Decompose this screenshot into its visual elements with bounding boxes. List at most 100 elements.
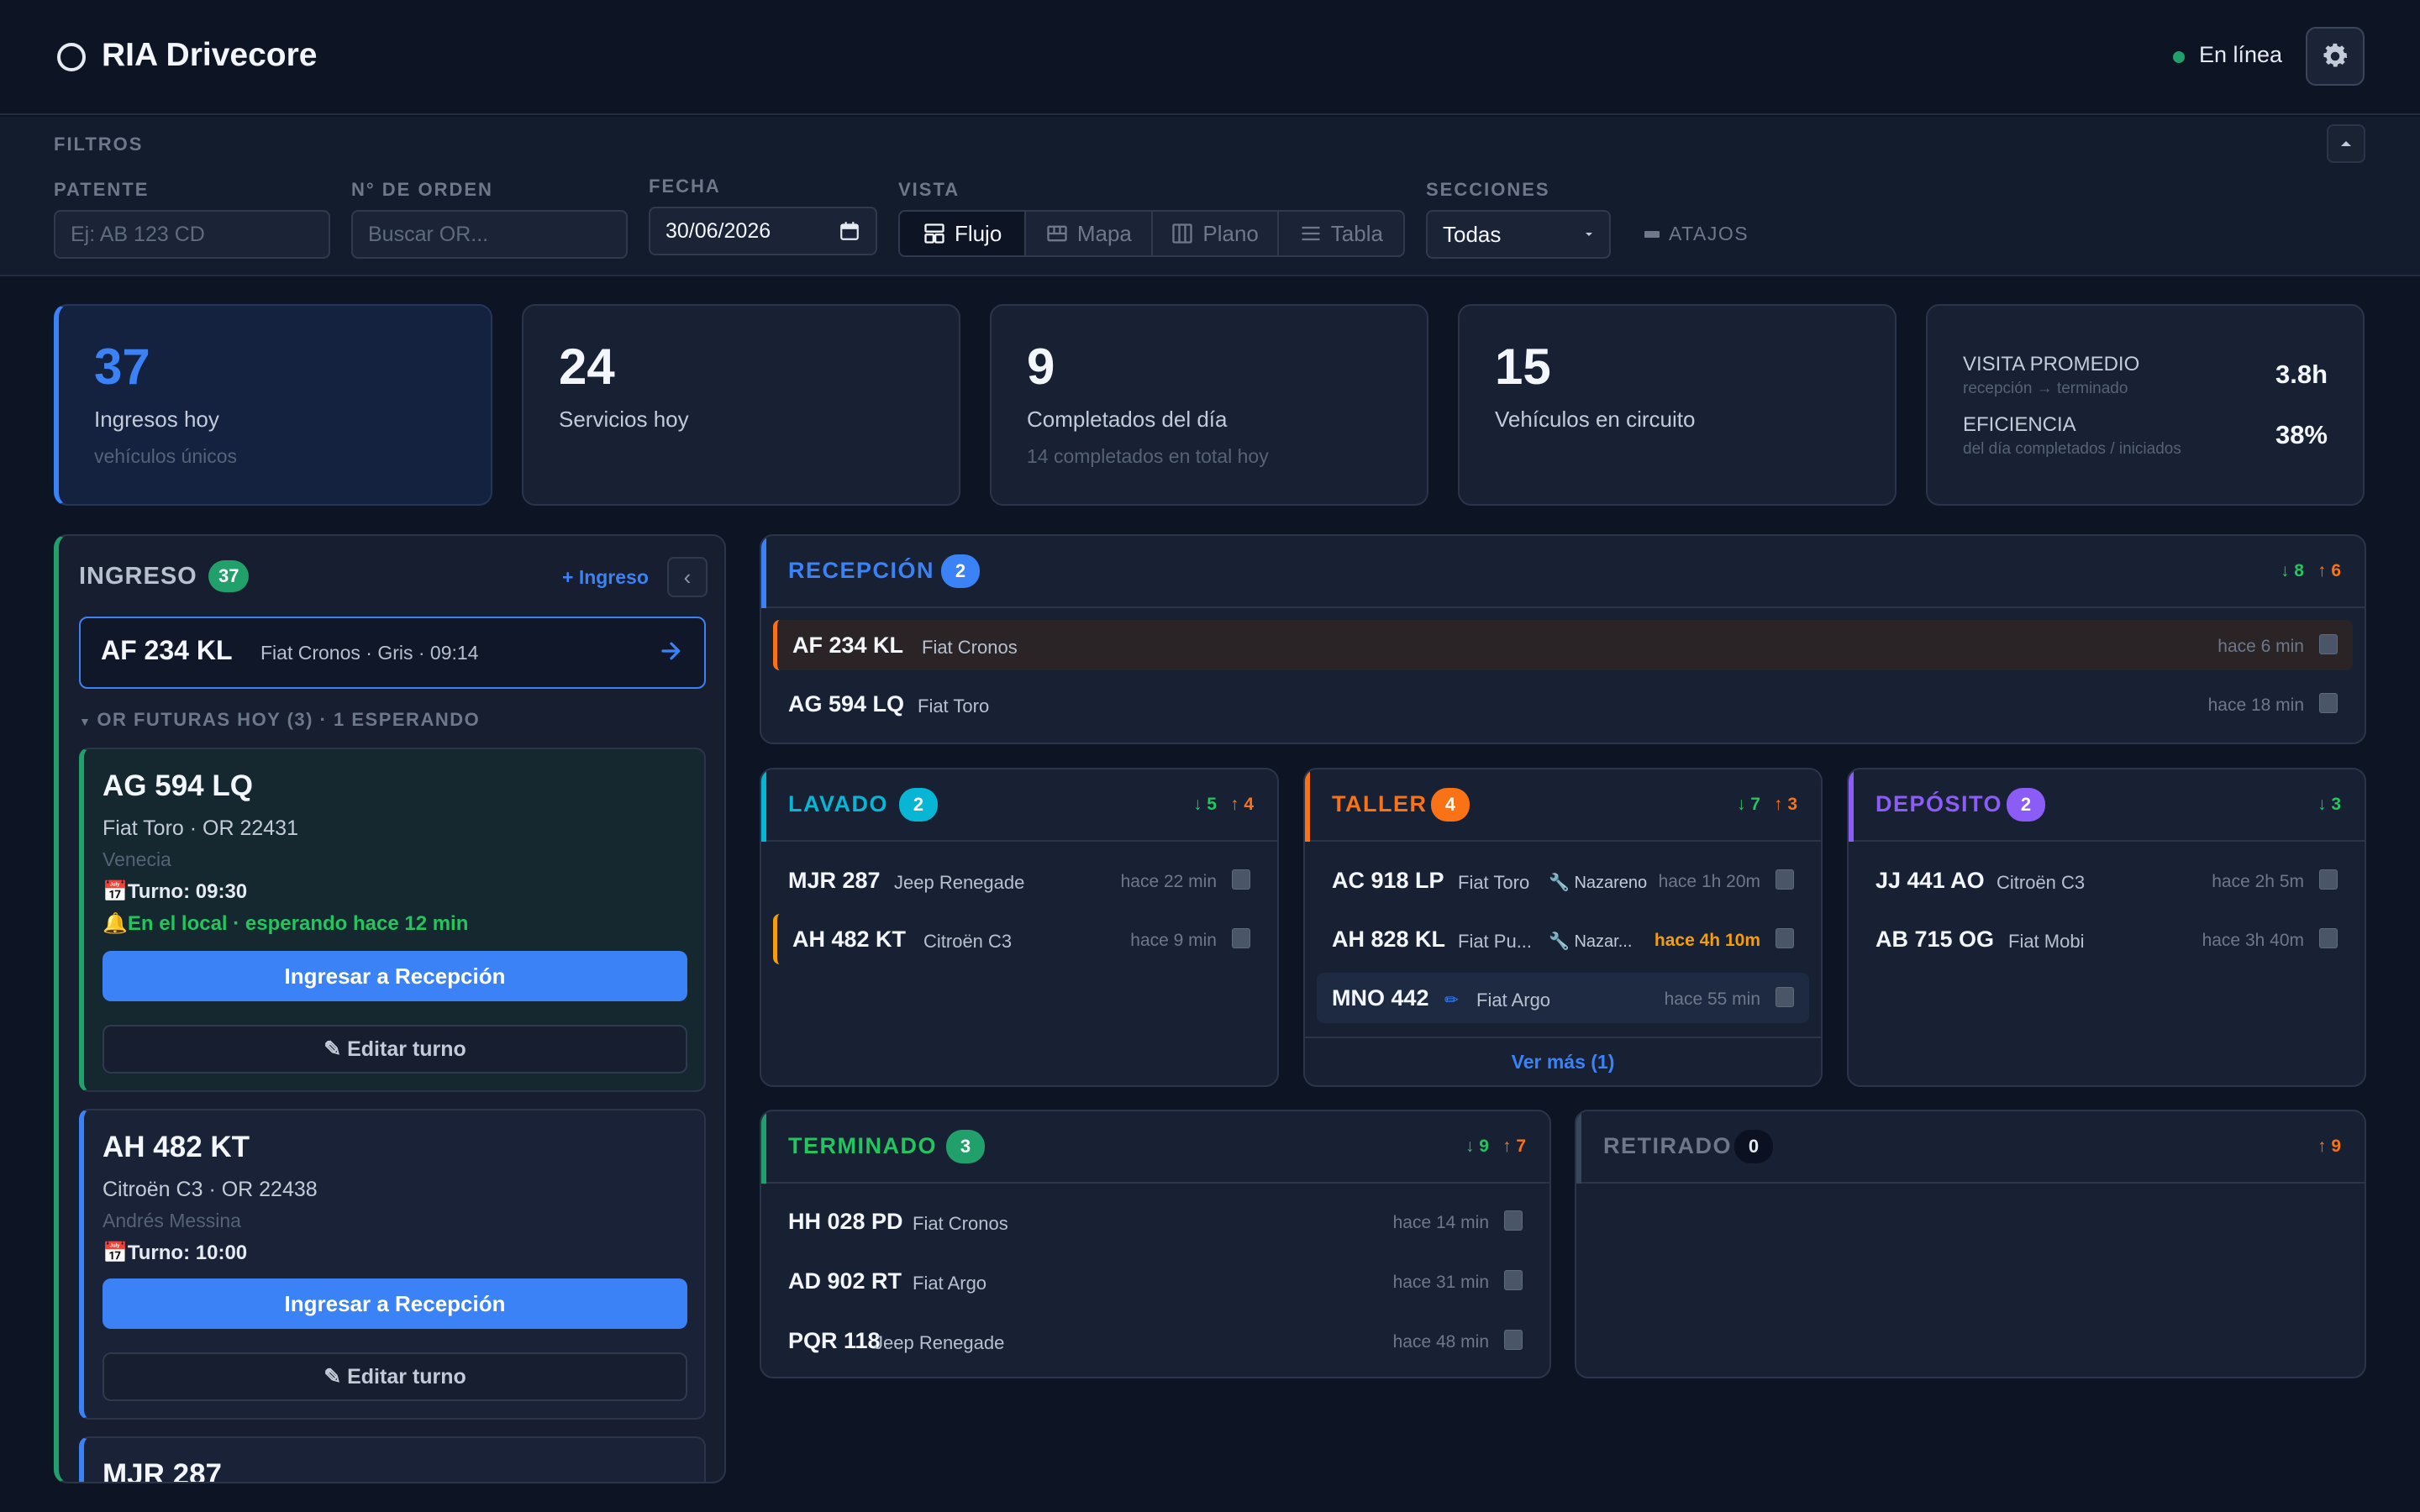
stat-sub: 14 completados en total hoy: [1027, 445, 1269, 467]
stat-servicios: 24 Servicios hoy: [522, 304, 960, 506]
vehicle-row[interactable]: PQR 118 Jeep Renegade hace 48 min: [773, 1315, 1538, 1366]
flow-out: ↑ 4: [1229, 795, 1254, 814]
view-option-plano[interactable]: Plano: [1153, 212, 1279, 255]
vehicle-time: hace 55 min: [1664, 990, 1760, 1009]
arrow-right-icon[interactable]: [659, 638, 684, 664]
ingresar-recepcion-button[interactable]: Ingresar a Recepción: [103, 951, 687, 1001]
section-title: TALLER: [1332, 791, 1428, 816]
vehicle-row[interactable]: MNO 442 ✏ Fiat Argo hace 55 min: [1317, 973, 1809, 1023]
vehicle-row[interactable]: AH 482 KT Citroën C3 hace 9 min: [773, 914, 1265, 964]
vehicle-row[interactable]: AD 902 RT Fiat Argo hace 31 min: [773, 1256, 1538, 1306]
vehicle-model: Fiat Toro: [1458, 872, 1530, 893]
flow-out: ↑ 3: [1773, 795, 1797, 814]
stat-label: Ingresos hoy: [94, 407, 219, 432]
section-title: LAVADO: [788, 791, 888, 816]
section-title: TERMINADO: [788, 1133, 937, 1158]
vehicle-plate: AH 482 KT: [792, 927, 907, 952]
vehicle-plate: MJR 287: [788, 868, 881, 893]
vehicle-row[interactable]: AC 918 LP Fiat Toro 🔧 Nazareno hace 1h 2…: [1317, 855, 1809, 906]
vehicle-model: Fiat Argo: [1476, 990, 1551, 1011]
map-layout-icon: [1047, 225, 1067, 242]
calendar-icon[interactable]: [839, 220, 860, 242]
arrow-up-icon: ↑: [2317, 561, 2327, 580]
orden-input[interactable]: Buscar OR...: [351, 210, 628, 259]
vehicle-time: hace 4h 10m: [1654, 931, 1760, 950]
note-icon[interactable]: [1232, 928, 1250, 948]
future-orders-label[interactable]: ▼ OR FUTURAS HOY (3) · 1 ESPERANDO: [79, 709, 480, 731]
secciones-select[interactable]: Todas: [1426, 210, 1611, 259]
vehicle-row[interactable]: AG 594 LQ Fiat Toro hace 18 min: [773, 679, 2353, 729]
stat-value: 15: [1495, 339, 1551, 395]
settings-button[interactable]: [2306, 27, 2365, 86]
view-option-tabla[interactable]: Tabla: [1279, 212, 1403, 255]
section-header: TERMINADO 3 ↓ 9 ↑ 7: [761, 1111, 1549, 1184]
kpi-eficiencia-label: EFICIENCIA: [1963, 413, 2076, 436]
section-flow-stats: ↓ 3: [2317, 795, 2341, 815]
add-ingreso-button[interactable]: + Ingreso: [562, 566, 649, 589]
note-icon[interactable]: [1504, 1210, 1523, 1231]
ver-mas-link[interactable]: Ver más (1): [1305, 1037, 1821, 1085]
note-icon[interactable]: [2319, 869, 2338, 890]
fecha-input[interactable]: 30/06/2026: [649, 207, 877, 255]
vehicle-row[interactable]: AF 234 KL Fiat Cronos hace 6 min: [773, 620, 2353, 670]
vehicle-model: Citroën C3: [1996, 872, 2086, 893]
vehicle-row[interactable]: JJ 441 AO Citroën C3 hace 2h 5m: [1860, 855, 2353, 906]
next-vehicle-card[interactable]: AF 234 KL Fiat Cronos · Gris · 09:14: [79, 617, 706, 689]
editar-turno-button[interactable]: ✎ Editar turno: [103, 1025, 687, 1074]
vehicle-plate: AF 234 KL: [101, 635, 233, 665]
chevron-up-icon: [2341, 141, 2351, 146]
vehicle-row[interactable]: HH 028 PD Fiat Cronos hace 14 min: [773, 1196, 1538, 1247]
arrow-down-icon: ↓: [2280, 561, 2290, 580]
flow-in: ↓ 5: [1192, 795, 1217, 814]
note-icon[interactable]: [1776, 987, 1794, 1007]
section-header: RECEPCIÓN 2 ↓ 8 ↑ 6: [761, 536, 2365, 608]
view-option-flujo[interactable]: Flujo: [900, 212, 1027, 255]
note-icon[interactable]: [1504, 1270, 1523, 1290]
vehicle-model: Fiat Cronos: [913, 1213, 1008, 1234]
vehicle-model: Fiat Cronos: [922, 637, 1018, 658]
note-icon[interactable]: [1776, 869, 1794, 890]
arrow-up-icon: ↑: [2317, 1137, 2327, 1156]
section-count-badge: 2: [899, 788, 938, 822]
vehicle-plate: AC 918 LP: [1332, 868, 1444, 893]
section-title: RECEPCIÓN: [788, 558, 935, 583]
editar-turno-button[interactable]: ✎ Editar turno: [103, 1352, 687, 1401]
flow-out: ↑ 7: [1502, 1137, 1526, 1156]
plan-layout-icon: [1172, 223, 1193, 244]
vehicle-plate: JJ 441 AO: [1876, 868, 1985, 893]
kpi-visita-value: 3.8h: [2275, 360, 2328, 389]
note-icon[interactable]: [2319, 928, 2338, 948]
ingresar-recepcion-button[interactable]: Ingresar a Recepción: [103, 1278, 687, 1329]
vehicle-model: Fiat Toro: [918, 696, 990, 717]
stat-completados: 9 Completados del día 14 completados en …: [990, 304, 1428, 506]
vehicle-plate: AB 715 OG: [1876, 927, 1995, 952]
turno-time: 📅Turno: 10:00: [103, 1242, 248, 1264]
shortcuts-button[interactable]: ATAJOS: [1644, 223, 1749, 245]
note-icon[interactable]: [1504, 1330, 1523, 1350]
turno-card: AG 594 LQ Fiat Toro · OR 22431 Venecia 📅…: [79, 748, 706, 1092]
pencil-icon: ✏: [1444, 991, 1459, 1010]
filters-collapse-button[interactable]: [2327, 124, 2365, 163]
technician: 🔧 Nazareno: [1549, 874, 1648, 892]
secciones-value: Todas: [1443, 221, 1502, 247]
vehicle-row[interactable]: MJR 287 Jeep Renegade hace 22 min: [773, 855, 1265, 906]
vehicle-time: hace 3h 40m: [2202, 931, 2304, 950]
note-icon[interactable]: [1776, 928, 1794, 948]
online-status-dot: [2173, 51, 2185, 63]
stat-ingresos: 37 Ingresos hoy vehículos únicos: [54, 304, 492, 506]
note-icon[interactable]: [2319, 693, 2338, 713]
chevron-down-icon: [1586, 233, 1592, 236]
vehicle-time: hace 31 min: [1392, 1273, 1489, 1292]
view-option-mapa[interactable]: Mapa: [1026, 212, 1153, 255]
section-title: DEPÓSITO: [1876, 791, 2003, 816]
section-header: RETIRADO 0 ↑ 9: [1576, 1111, 2365, 1184]
vehicle-plate: MNO 442: [1332, 985, 1429, 1011]
note-icon[interactable]: [1232, 869, 1250, 890]
vehicle-row[interactable]: AH 828 KL Fiat Pu... 🔧 Nazar... hace 4h …: [1317, 914, 1809, 964]
patente-input[interactable]: Ej: AB 123 CD: [54, 210, 330, 259]
note-icon[interactable]: [2319, 634, 2338, 654]
ingreso-collapse-button[interactable]: ‹: [667, 557, 708, 597]
vehicle-row[interactable]: AB 715 OG Fiat Mobi hace 3h 40m: [1860, 914, 2353, 964]
vehicle-plate: PQR 118: [788, 1328, 881, 1353]
section-header: TALLER 4 ↓ 7 ↑ 3: [1305, 769, 1821, 842]
